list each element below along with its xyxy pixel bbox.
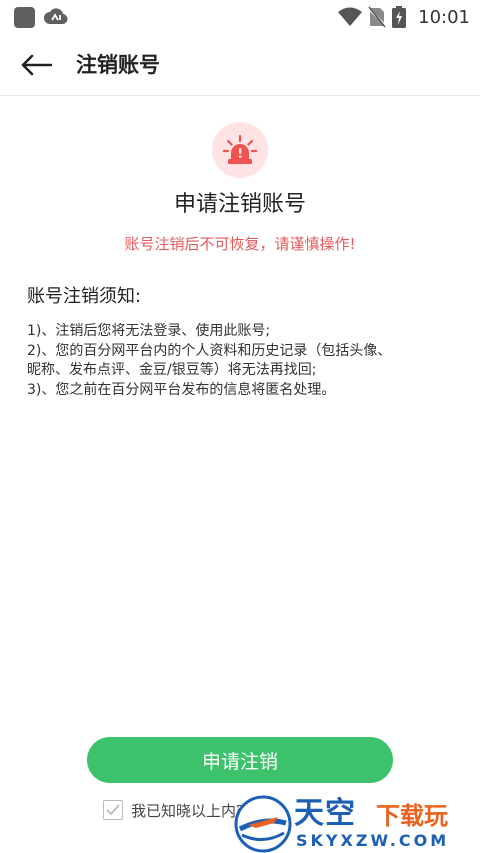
warning-text: 账号注销后不可恢复，请谨慎操作! <box>124 235 356 253</box>
status-bar: 10:01 <box>0 0 480 34</box>
clock-time: 10:01 <box>418 6 470 28</box>
watermark-url: SKYXZW.COM <box>296 831 450 850</box>
app-bar: 注销账号 <box>0 34 480 96</box>
back-arrow-icon <box>21 54 52 76</box>
battery-icon <box>392 6 407 28</box>
cloud-notification-icon <box>44 8 68 25</box>
main-title: 申请注销账号 <box>173 192 306 217</box>
notice-line: 1)、注销后您将无法登录、使用此账号; <box>27 323 271 339</box>
notification-app-icon <box>14 7 35 28</box>
watermark-brand-main: 天空 <box>294 796 356 831</box>
notice-line: 3)、您之前在百分网平台发布的信息将匿名处理。 <box>27 381 336 398</box>
agreement-checkbox[interactable] <box>103 800 123 820</box>
watermark-brand-sub: 下载玩 <box>376 802 448 830</box>
watermark: 天空 下载玩 SKYXZW.COM <box>234 795 480 853</box>
agreement-row[interactable]: 我已知晓以上内容 <box>103 798 251 822</box>
notice-line: 昵称、发布点评、金豆/银豆等）将无法再找回; <box>27 362 317 378</box>
agreement-text: 我已知晓以上内容 <box>131 801 252 820</box>
notice-line: 2)、您的百分网平台内的个人资料和历史记录（包括头像、 <box>27 342 392 359</box>
wifi-icon <box>338 7 363 26</box>
apply-cancel-account-button[interactable]: 申请注销 <box>87 737 393 783</box>
page-title: 注销账号 <box>76 53 160 77</box>
watermark-logo-icon <box>234 795 292 853</box>
notice-heading: 账号注销须知: <box>27 286 142 307</box>
no-sim-icon <box>368 6 387 28</box>
checkbox-check-icon <box>106 804 120 816</box>
alarm-siren-icon <box>223 135 257 164</box>
status-icons: 10:01 <box>338 5 470 29</box>
alert-icon-circle <box>212 122 268 178</box>
notice-list: 1)、注销后您将无法登录、使用此账号; 2)、您的百分网平台内的个人资料和历史记… <box>27 322 467 400</box>
back-button[interactable] <box>14 48 58 82</box>
